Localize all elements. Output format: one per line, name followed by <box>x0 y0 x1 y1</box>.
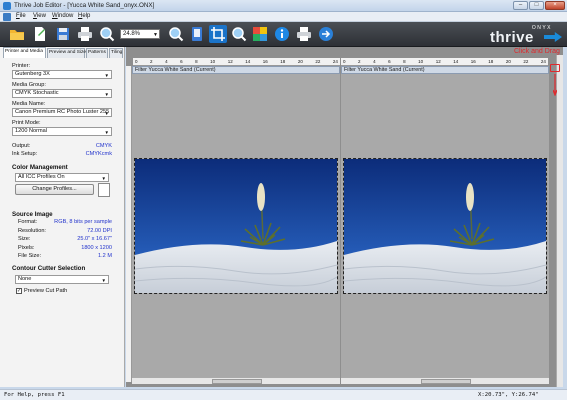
chevron-down-icon: ▼ <box>104 73 109 78</box>
icc-profiles-select[interactable]: All ICC Profiles On ▼ <box>15 173 109 182</box>
preview-cut-path-label: Preview Cut Path <box>24 288 68 294</box>
contour-cutter-select[interactable]: None ▼ <box>15 275 109 284</box>
chevron-down-icon: ▼ <box>104 130 109 135</box>
print-mode-select[interactable]: 1200 Normal ▼ <box>12 127 112 136</box>
format-label: Format: <box>18 219 38 225</box>
maximize-button[interactable]: □ <box>529 1 544 10</box>
minimize-button[interactable]: – <box>513 1 528 10</box>
menu-bar: File View Window Help <box>0 12 567 22</box>
splitter-handle[interactable] <box>550 64 560 72</box>
select-icon[interactable] <box>188 25 206 43</box>
info-icon[interactable] <box>273 25 291 43</box>
settings-tabs: Printer and Media Preview and Size Patte… <box>3 47 123 58</box>
scroll-thumb[interactable] <box>421 379 471 384</box>
doc-icon <box>3 13 11 21</box>
open-folder-icon[interactable] <box>8 25 26 43</box>
ink-setup-value: CMYKcmk <box>85 151 112 157</box>
pane-title: Filter Yucca White Sand (Current) <box>341 66 549 74</box>
preview-pane-right[interactable]: Filter Yucca White Sand (Current) <box>341 66 549 377</box>
arrow-down-icon <box>553 74 557 96</box>
media-group-select[interactable]: CMYK Stochastic ▼ <box>12 89 112 98</box>
printer-label: Printer: <box>12 63 31 69</box>
printer-select[interactable]: Gutenberg 3X ▼ <box>12 70 112 79</box>
crop-icon[interactable] <box>209 25 227 43</box>
export-icon[interactable] <box>317 25 335 43</box>
click-and-drag-annotation: Click and Drag <box>514 48 560 55</box>
tab-printer-and-media[interactable]: Printer and Media <box>3 47 46 58</box>
menu-window[interactable]: Window <box>52 13 73 19</box>
scroll-thumb[interactable] <box>212 379 262 384</box>
horizontal-scrollbar-right[interactable] <box>341 377 549 384</box>
top-ruler-right: 0 2 4 6 8 10 12 14 16 18 20 22 24 <box>341 58 548 66</box>
tab-patterns[interactable]: Patterns <box>86 48 108 58</box>
zoom-in-icon[interactable] <box>98 25 116 43</box>
status-bar: For Help, press F1 X:20.73", Y:26.74" <box>0 389 567 400</box>
file-size-value: 1.2 M <box>98 253 112 259</box>
media-group-label: Media Group: <box>12 82 46 88</box>
change-profiles-button[interactable]: Change Profiles... <box>15 184 94 195</box>
resolution-value: 72.00 DPI <box>87 228 112 234</box>
media-name-label: Media Name: <box>12 101 46 107</box>
color-management-header: Color Management <box>12 164 68 171</box>
new-job-icon[interactable] <box>31 25 49 43</box>
printer-icon[interactable] <box>295 25 313 43</box>
vertical-scrollbar[interactable] <box>556 55 563 387</box>
photo-yucca-right[interactable] <box>343 158 547 294</box>
zoom-tool-icon[interactable] <box>230 25 248 43</box>
zoom-out-icon[interactable] <box>167 25 185 43</box>
tab-preview-and-size[interactable]: Preview and Size <box>47 48 86 58</box>
print-mode-label: Print Mode: <box>12 120 41 126</box>
pane-title: Filter Yucca White Sand (Current) <box>132 66 340 74</box>
app-icon <box>3 2 11 10</box>
preview-pane-left[interactable]: Filter Yucca White Sand (Current) <box>132 66 340 377</box>
size-label: Size: <box>18 236 31 242</box>
contour-cutter-header: Contour Cutter Selection <box>12 265 86 272</box>
output-label: Output: <box>12 143 31 149</box>
print-icon[interactable] <box>76 25 94 43</box>
cursor-coordinates: X:20.73", Y:26.74" <box>478 392 539 398</box>
brand-arrow-icon <box>544 32 562 42</box>
status-help-text: For Help, press F1 <box>4 392 65 398</box>
thrive-logo: ONYX thrive <box>484 23 564 46</box>
profile-swatch <box>98 183 110 197</box>
chevron-down-icon: ▼ <box>101 278 106 283</box>
photo-yucca-left[interactable] <box>134 158 338 294</box>
color-picker-icon[interactable] <box>251 25 269 43</box>
close-button[interactable]: × <box>545 1 565 10</box>
preview-cut-path-checkbox[interactable]: ✓ <box>16 288 22 294</box>
pixels-label: Pixels: <box>18 245 35 251</box>
menu-file[interactable]: File <box>16 13 26 19</box>
tab-tiling[interactable]: Tiling <box>109 48 123 58</box>
title-bar: Thrive Job Editor - [Yucca White Sand_on… <box>0 0 567 12</box>
ink-setup-label: Ink Setup: <box>12 151 38 157</box>
media-name-select[interactable]: Canon Premium RC Photo Luster 255 ▼ <box>12 108 112 117</box>
chevron-down-icon: ▼ <box>153 32 158 38</box>
pixels-value: 1800 x 1200 <box>81 245 112 251</box>
top-ruler-left: 0 2 4 6 8 10 12 14 16 18 20 22 24 <box>133 58 340 66</box>
window-title: Thrive Job Editor - [Yucca White Sand_on… <box>14 2 155 9</box>
menu-help[interactable]: Help <box>78 13 90 19</box>
chevron-down-icon: ▼ <box>101 176 106 181</box>
output-value: CMYK <box>95 143 112 149</box>
chevron-down-icon: ▼ <box>104 111 109 116</box>
format-value: RGB, 8 bits per sample <box>54 219 112 225</box>
file-size-label: File Size: <box>18 253 42 259</box>
size-value: 25.0" x 16.67" <box>77 236 112 242</box>
save-icon[interactable] <box>54 25 72 43</box>
horizontal-scrollbar-left[interactable] <box>132 377 340 384</box>
source-image-header: Source Image <box>12 211 53 218</box>
zoom-select[interactable]: 24.8% ▼ <box>120 29 160 39</box>
toolbar: 24.8% ▼ ONYX thrive <box>0 22 567 47</box>
chevron-down-icon: ▼ <box>104 92 109 97</box>
menu-view[interactable]: View <box>33 13 46 19</box>
resolution-label: Resolution: <box>18 228 46 234</box>
